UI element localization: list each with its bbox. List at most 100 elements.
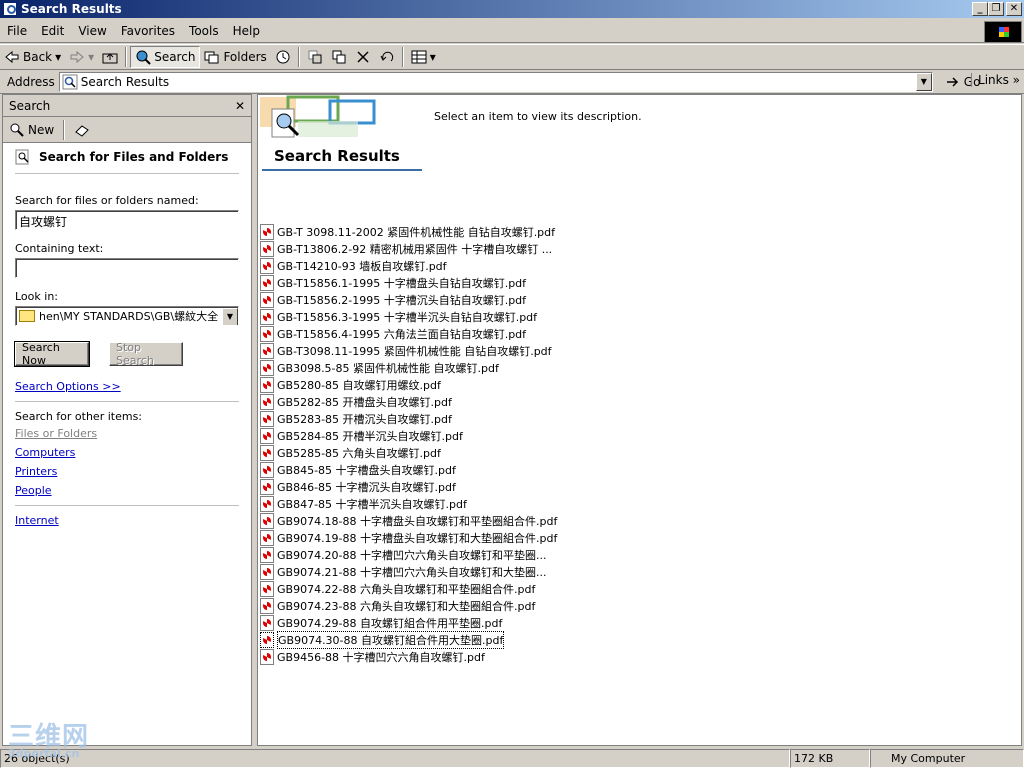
search-button[interactable]: Search bbox=[130, 46, 201, 68]
file-item[interactable]: GB9074.19-88 十字槽盘头自攻螺钉和大垫圈組合件.pdf bbox=[260, 529, 557, 546]
close-pane-icon[interactable]: ✕ bbox=[235, 99, 245, 113]
search-options-link[interactable]: Search Options >> bbox=[15, 380, 239, 393]
file-item[interactable]: GB-T15856.2-1995 十字槽沉头自钻自攻螺钉.pdf bbox=[260, 291, 557, 308]
pdf-file-icon bbox=[260, 563, 274, 580]
move-to-button[interactable] bbox=[303, 46, 327, 68]
results-description: Select an item to view its description. bbox=[434, 110, 642, 123]
file-item[interactable]: GB5282-85 开槽盘头自攻螺钉.pdf bbox=[260, 393, 557, 410]
file-item[interactable]: GB9074.18-88 十字槽盘头自攻螺钉和平垫圈組合件.pdf bbox=[260, 512, 557, 529]
address-bar: Address Search Results ▼ Go Links » bbox=[0, 70, 1024, 94]
stop-search-button[interactable]: Stop Search bbox=[109, 341, 183, 367]
search-pane-title: Search bbox=[9, 98, 51, 113]
file-item[interactable]: GB847-85 十字槽半沉头自攻螺钉.pdf bbox=[260, 495, 557, 512]
file-item[interactable]: GB-T15856.1-1995 十字槽盘头自钻自攻螺钉.pdf bbox=[260, 274, 557, 291]
file-item[interactable]: GB9074.29-88 自攻螺钉組合件用平垫圈.pdf bbox=[260, 614, 557, 631]
forward-button[interactable]: ▾ bbox=[65, 46, 98, 68]
containing-text-input[interactable] bbox=[15, 258, 239, 278]
containing-text-label: Containing text: bbox=[15, 242, 104, 255]
search-now-button[interactable]: Search Now bbox=[14, 341, 90, 367]
file-item[interactable]: GB-T13806.2-92 精密机械用紧固件 十字槽自攻螺钉 ... bbox=[260, 240, 557, 257]
folders-button[interactable]: Folders bbox=[200, 46, 270, 68]
folders-icon bbox=[204, 51, 219, 64]
name-input[interactable]: 自攻螺钉 bbox=[15, 210, 239, 230]
new-search-button[interactable]: New bbox=[9, 122, 54, 138]
views-dropdown-icon[interactable]: ▾ bbox=[430, 50, 436, 64]
up-folder-button[interactable] bbox=[98, 46, 122, 68]
minimize-button[interactable]: _ bbox=[972, 2, 988, 16]
history-button[interactable] bbox=[271, 46, 295, 68]
back-button[interactable]: Back ▾ bbox=[0, 46, 65, 68]
file-item[interactable]: GB5285-85 六角头自攻螺钉.pdf bbox=[260, 444, 557, 461]
address-input[interactable]: Search Results ▼ bbox=[58, 71, 933, 92]
search-label: Search bbox=[154, 50, 196, 64]
menu-view[interactable]: View bbox=[71, 24, 113, 38]
file-name: GB9074.30-88 自攻螺钉組合件用大垫圈.pdf bbox=[277, 630, 505, 649]
file-item[interactable]: GB5283-85 开槽沉头自攻螺钉.pdf bbox=[260, 410, 557, 427]
close-button[interactable]: ✕ bbox=[1006, 2, 1022, 16]
new-label: New bbox=[28, 122, 55, 137]
file-name: GB-T14210-93 墙板自攻螺钉.pdf bbox=[277, 259, 447, 273]
other-people-link[interactable]: People bbox=[15, 484, 239, 497]
other-printers-link[interactable]: Printers bbox=[15, 465, 239, 478]
back-dropdown-icon[interactable]: ▾ bbox=[55, 50, 61, 64]
other-files-folders-link[interactable]: Files or Folders bbox=[15, 427, 239, 440]
file-name: GB5285-85 六角头自攻螺钉.pdf bbox=[277, 446, 441, 460]
pdf-file-icon bbox=[260, 648, 274, 665]
pdf-file-icon bbox=[260, 529, 274, 546]
file-item[interactable]: GB9074.21-88 十字槽凹穴六角头自攻螺钉和大垫圈... bbox=[260, 563, 557, 580]
pane-toolbar-separator bbox=[63, 119, 66, 140]
forward-dropdown-icon[interactable]: ▾ bbox=[88, 50, 94, 64]
standard-toolbar: Back ▾ ▾ Search Folders ▾ bbox=[0, 44, 1024, 70]
back-arrow-icon bbox=[5, 50, 19, 64]
status-location: My Computer bbox=[870, 749, 1024, 768]
file-item[interactable]: GB-T 3098.11-2002 紧固件机械性能 自钻自攻螺钉.pdf bbox=[260, 223, 557, 240]
other-computers-link[interactable]: Computers bbox=[15, 446, 239, 459]
views-button[interactable]: ▾ bbox=[407, 46, 440, 68]
look-in-dropdown-icon[interactable]: ▼ bbox=[222, 308, 238, 325]
pdf-file-icon bbox=[260, 427, 274, 444]
links-button[interactable]: Links » bbox=[971, 73, 1020, 87]
file-item[interactable]: GB-T15856.4-1995 六角法兰面自钻自攻螺钉.pdf bbox=[260, 325, 557, 342]
go-arrow-icon bbox=[946, 76, 958, 87]
pdf-file-icon bbox=[260, 257, 274, 274]
file-item[interactable]: GB5284-85 开槽半沉头自攻螺钉.pdf bbox=[260, 427, 557, 444]
look-in-select[interactable]: hen\MY STANDARDS\GB\螺紋大全 ▼ bbox=[15, 306, 239, 326]
file-name: GB9074.20-88 十字槽凹穴六角头自攻螺钉和平垫圈... bbox=[277, 548, 547, 562]
file-item[interactable]: GB5280-85 自攻螺钉用螺纹.pdf bbox=[260, 376, 557, 393]
menu-tools[interactable]: Tools bbox=[182, 24, 226, 38]
menu-file[interactable]: File bbox=[0, 24, 34, 38]
pdf-file-icon bbox=[260, 274, 274, 291]
pdf-file-icon bbox=[260, 393, 274, 410]
pdf-file-icon bbox=[260, 597, 274, 614]
window-controls: _ ❐ ✕ bbox=[972, 2, 1022, 16]
address-dropdown-icon[interactable]: ▼ bbox=[915, 72, 932, 91]
file-item[interactable]: GB3098.5-85 紧固件机械性能 自攻螺钉.pdf bbox=[260, 359, 557, 376]
menu-edit[interactable]: Edit bbox=[34, 24, 71, 38]
up-folder-icon bbox=[102, 53, 118, 64]
file-item[interactable]: GB-T14210-93 墙板自攻螺钉.pdf bbox=[260, 257, 557, 274]
file-item[interactable]: GB845-85 十字槽盘头自攻螺钉.pdf bbox=[260, 461, 557, 478]
file-item[interactable]: GB-T15856.3-1995 十字槽半沉头自钻自攻螺钉.pdf bbox=[260, 308, 557, 325]
file-item[interactable]: GB9074.23-88 六角头自攻螺钉和大垫圈組合件.pdf bbox=[260, 597, 557, 614]
file-item[interactable]: GB846-85 十字槽沉头自攻螺钉.pdf bbox=[260, 478, 557, 495]
file-item[interactable]: GB9074.20-88 十字槽凹穴六角头自攻螺钉和平垫圈... bbox=[260, 546, 557, 563]
file-name: GB9074.19-88 十字槽盘头自攻螺钉和大垫圈組合件.pdf bbox=[277, 531, 558, 545]
file-item[interactable]: GB-T3098.11-1995 紧固件机械性能 自钻自攻螺钉.pdf bbox=[260, 342, 557, 359]
undo-button[interactable] bbox=[375, 46, 399, 68]
search-window-icon bbox=[3, 2, 17, 16]
restore-button[interactable]: ❐ bbox=[988, 2, 1004, 16]
file-item[interactable]: GB9074.22-88 六角头自攻螺钉和平垫圈組合件.pdf bbox=[260, 580, 557, 597]
menu-help[interactable]: Help bbox=[226, 24, 267, 38]
address-label: Address bbox=[7, 74, 55, 89]
search-engine-icon[interactable] bbox=[74, 122, 90, 138]
delete-button[interactable] bbox=[351, 46, 375, 68]
file-item-focused[interactable]: GB9074.30-88 自攻螺钉組合件用大垫圈.pdf bbox=[260, 630, 557, 649]
toolbar-separator bbox=[401, 47, 404, 67]
file-name: GB5284-85 开槽半沉头自攻螺钉.pdf bbox=[277, 429, 463, 443]
menu-favorites[interactable]: Favorites bbox=[114, 24, 182, 38]
file-name: GB-T15856.1-1995 十字槽盘头自钻自攻螺钉.pdf bbox=[277, 276, 527, 290]
file-item[interactable]: GB9456-88 十字槽凹穴六角自攻螺钉.pdf bbox=[260, 648, 557, 665]
file-name: GB9456-88 十字槽凹穴六角自攻螺钉.pdf bbox=[277, 650, 485, 664]
internet-link[interactable]: Internet bbox=[15, 514, 239, 527]
copy-to-button[interactable] bbox=[327, 46, 351, 68]
